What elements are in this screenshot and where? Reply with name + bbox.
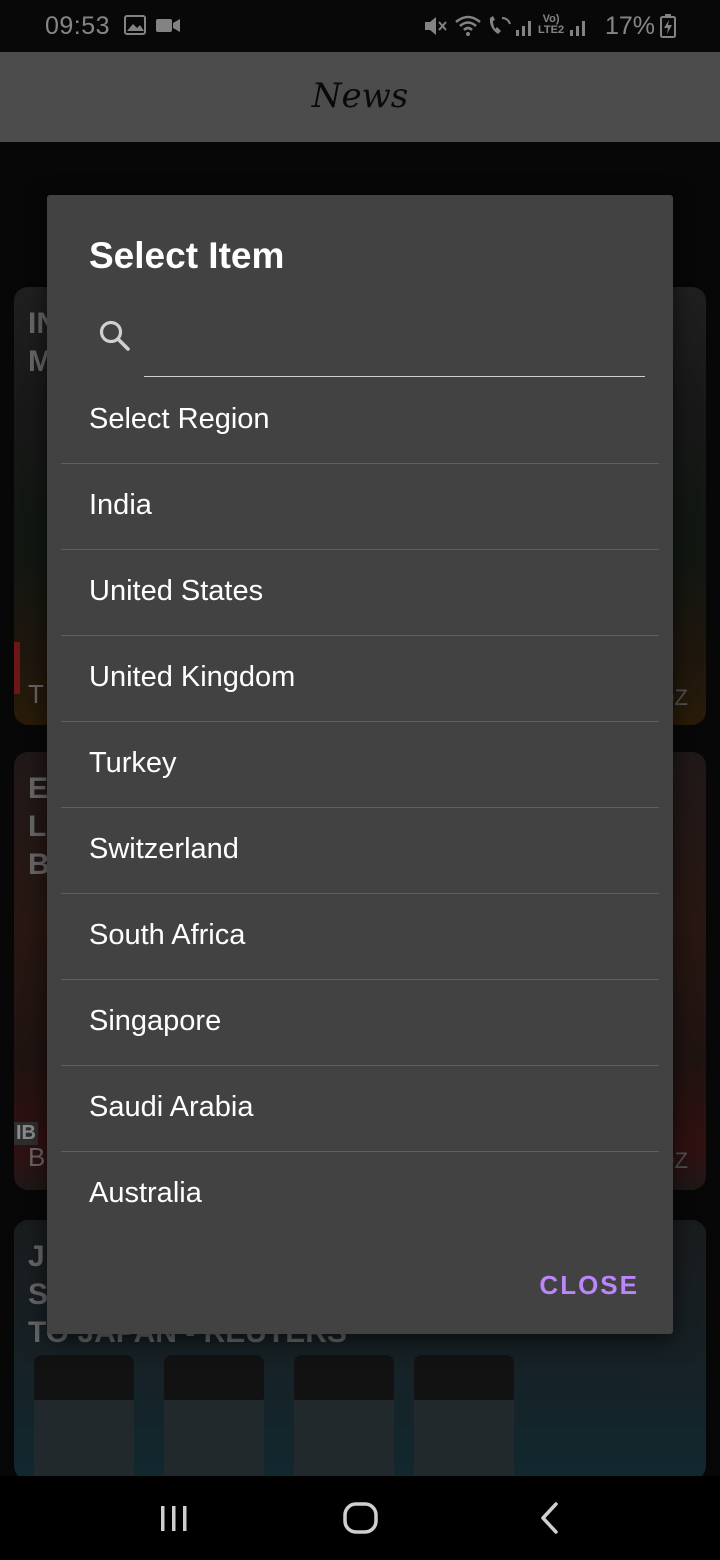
close-button[interactable]: CLOSE <box>539 1270 639 1301</box>
list-item-label: Australia <box>89 1177 202 1209</box>
select-item-dialog: Select Item Select Region India United S… <box>47 195 673 1334</box>
navigation-bar <box>0 1476 720 1560</box>
list-item-label: United Kingdom <box>89 661 296 693</box>
back-icon[interactable] <box>536 1498 562 1543</box>
list-item-label: India <box>89 489 152 521</box>
list-item-label: Turkey <box>89 747 177 779</box>
list-item-label: Select Region <box>89 403 270 435</box>
list-item-switzerland[interactable]: Switzerland <box>61 808 659 894</box>
search-input[interactable] <box>144 303 645 377</box>
list-item-saudi-arabia[interactable]: Saudi Arabia <box>61 1066 659 1152</box>
home-icon[interactable] <box>342 1498 380 1543</box>
region-list: Select Region India United States United… <box>61 378 659 1238</box>
recent-apps-icon[interactable] <box>158 1498 190 1543</box>
list-item-label: Singapore <box>89 1005 222 1037</box>
list-item-label: United States <box>89 575 264 607</box>
list-item-south-africa[interactable]: South Africa <box>61 894 659 980</box>
list-item-label: South Africa <box>89 919 246 951</box>
dialog-title: Select Item <box>89 235 285 276</box>
list-item-label: Switzerland <box>89 833 239 865</box>
list-item-india[interactable]: India <box>61 464 659 550</box>
list-item-united-kingdom[interactable]: United Kingdom <box>61 636 659 722</box>
list-item-turkey[interactable]: Turkey <box>61 722 659 808</box>
list-item-australia[interactable]: Australia <box>61 1152 659 1238</box>
list-item-singapore[interactable]: Singapore <box>61 980 659 1066</box>
list-item-united-states[interactable]: United States <box>61 550 659 636</box>
list-item-select-region[interactable]: Select Region <box>61 378 659 464</box>
search-icon <box>97 318 133 354</box>
list-item-label: Saudi Arabia <box>89 1091 254 1123</box>
